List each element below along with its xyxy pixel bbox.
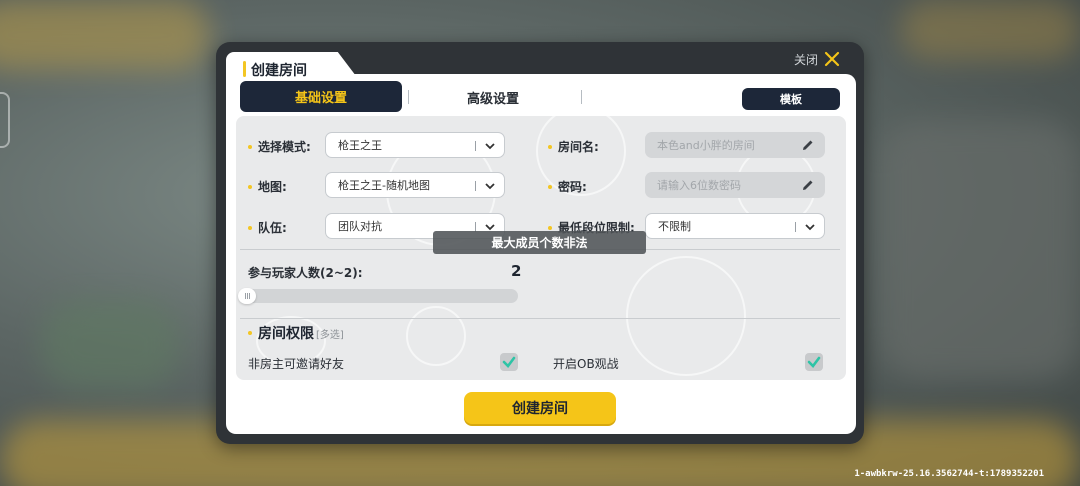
password-input[interactable]: 请输入6位数密码 (645, 172, 825, 198)
tab-separator (408, 90, 409, 104)
error-toast: 最大成员个数非法 (433, 231, 646, 254)
mode-label-text: 选择模式: (258, 140, 311, 154)
dialog-title: 创建房间 (251, 63, 307, 79)
checkmark-icon (502, 356, 516, 368)
password-label: 密码: (548, 178, 587, 195)
build-id: 1-awbkrw-25.16.3562744-t:1789352201 (854, 469, 1044, 479)
background-doodle (406, 306, 466, 366)
bullet-dot (248, 144, 252, 149)
permission-ob-label: 开启OB观战 (553, 357, 619, 371)
min-rank-select[interactable]: 不限制 (645, 213, 825, 239)
create-room-button[interactable]: 创建房间 (464, 392, 616, 424)
bullet-dot (248, 331, 252, 335)
bullet-dot (548, 184, 552, 189)
section-divider (240, 318, 840, 319)
close-label: 关闭 (794, 52, 819, 67)
select-divider (475, 181, 476, 191)
permissions-subtitle: [多选] (316, 330, 344, 341)
permission-ob-checkbox[interactable] (805, 353, 823, 371)
bullet-dot (248, 184, 252, 189)
bullet-dot (248, 225, 252, 230)
checkmark-icon (807, 356, 821, 368)
chevron-down-icon (485, 143, 495, 150)
template-button[interactable]: 模板 (742, 88, 840, 110)
map-label: 地图: (248, 178, 287, 195)
edit-pencil-icon (803, 140, 813, 150)
password-placeholder: 请输入6位数密码 (657, 179, 741, 192)
chevron-down-icon (805, 224, 815, 231)
title-accent-bar (243, 61, 246, 77)
room-name-label-text: 房间名: (558, 140, 599, 154)
password-label-text: 密码: (558, 180, 587, 194)
map-select-value: 枪王之王-随机地图 (338, 179, 430, 192)
min-rank-select-value: 不限制 (658, 220, 691, 233)
background-blur (40, 300, 180, 390)
background-blur (880, 120, 1080, 380)
select-divider (795, 222, 796, 232)
mode-select-value: 枪王之王 (338, 139, 382, 152)
mode-label: 选择模式: (248, 138, 311, 155)
background-blur (900, 0, 1080, 60)
edit-pencil-icon (803, 180, 813, 190)
chevron-down-icon (485, 183, 495, 190)
tab-separator (581, 90, 582, 104)
background-blur (0, 0, 210, 70)
mode-select[interactable]: 枪王之王 (325, 132, 505, 158)
close-icon (824, 51, 840, 67)
map-select[interactable]: 枪王之王-随机地图 (325, 172, 505, 198)
room-name-label: 房间名: (548, 138, 599, 155)
tab-advanced-settings[interactable]: 高级设置 (420, 86, 566, 108)
player-count-value: 2 (511, 262, 522, 280)
room-name-placeholder: 本色and小胖的房间 (657, 139, 755, 152)
permission-invite-label: 非房主可邀请好友 (248, 357, 345, 371)
slider-handle[interactable] (238, 288, 256, 304)
background-doodle (626, 256, 746, 376)
permissions-title: 房间权限 (258, 326, 314, 342)
team-select-value: 团队对抗 (338, 220, 382, 233)
team-label: 队伍: (248, 219, 287, 236)
close-button[interactable]: 关闭 (794, 49, 846, 69)
bullet-dot (548, 225, 552, 230)
side-button-outline (0, 92, 10, 148)
player-count-slider[interactable] (238, 289, 518, 303)
team-label-text: 队伍: (258, 221, 287, 235)
player-count-label: 参与玩家人数(2~2): (248, 266, 363, 280)
tab-basic-settings[interactable]: 基础设置 (240, 81, 402, 112)
room-permissions-heading: 房间权限 [多选] (248, 323, 344, 343)
select-divider (475, 141, 476, 151)
permission-invite-checkbox[interactable] (500, 353, 518, 371)
map-label-text: 地图: (258, 180, 287, 194)
room-name-input[interactable]: 本色and小胖的房间 (645, 132, 825, 158)
bullet-dot (548, 144, 552, 149)
